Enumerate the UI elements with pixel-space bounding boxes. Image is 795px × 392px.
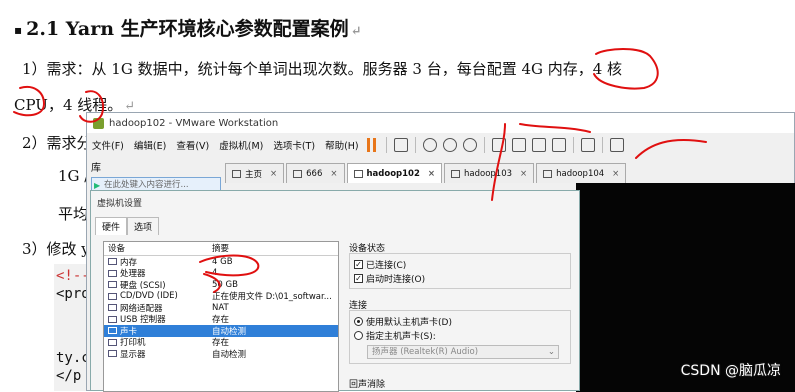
tab-hadoop102[interactable]: hadoop102 ×: [346, 163, 443, 183]
code-line: <!--: [56, 268, 90, 284]
processor-icon: [108, 269, 117, 277]
code-line: <pro: [56, 286, 90, 302]
check-icon: ✓: [354, 274, 363, 283]
tab-home[interactable]: 主页 ×: [225, 163, 285, 183]
hardware-list: 设备 摘要 内存 4 GB 处理器 4 硬盘 (SCSI) 50 GB CD/DVD …: [103, 241, 339, 392]
pause-icon[interactable]: [366, 138, 379, 152]
menu-tabs[interactable]: 选项卡(T): [268, 138, 320, 152]
check-icon: ✓: [354, 260, 363, 269]
printer-icon: [108, 338, 117, 346]
home-icon: [232, 169, 241, 178]
echo-title: 回声消除: [349, 380, 386, 390]
toolbar-separator: [385, 137, 387, 153]
network-icon: [108, 304, 117, 312]
radio-icon: [354, 331, 363, 340]
device-row-usb[interactable]: USB 控制器 存在: [104, 314, 338, 325]
vm-tabs: 主页 × 666 × hadoop102 × hadoop103 × hadoop104…: [225, 163, 627, 183]
device-row-sound[interactable]: 声卡 自动检测: [104, 325, 338, 337]
code-line: </p: [56, 368, 82, 384]
chevron-down-icon: ⌄: [547, 347, 555, 357]
tab-hardware[interactable]: 硬件: [95, 217, 128, 235]
close-icon[interactable]: ×: [270, 169, 277, 179]
revert-snapshot-icon[interactable]: [442, 138, 457, 152]
tab-666[interactable]: 666 ×: [286, 163, 345, 183]
device-row-display[interactable]: 显示器 自动检测: [104, 348, 338, 360]
menu-view[interactable]: 查看(V): [171, 138, 214, 152]
connect-on-start-checkbox[interactable]: ✓ 启动时连接(O): [354, 272, 425, 285]
monitor-icon: [108, 350, 117, 358]
default-card-radio[interactable]: 使用默认主机声卡(D): [354, 315, 452, 328]
unity-icon[interactable]: [551, 138, 566, 152]
analysis-detail: 1G /: [58, 167, 90, 185]
send-keys-icon[interactable]: [393, 138, 408, 152]
toolbar-separator: [483, 137, 485, 153]
fullscreen-icon[interactable]: [531, 138, 546, 152]
close-icon[interactable]: ×: [428, 169, 435, 179]
stretch-icon[interactable]: [609, 138, 624, 152]
dialog-title: 虚拟机设置: [97, 199, 143, 209]
disk-icon: [108, 281, 117, 289]
hardware-list-header: 设备 摘要: [104, 242, 338, 256]
library-label: 库: [91, 163, 101, 174]
device-row-memory[interactable]: 内存 4 GB: [104, 256, 338, 268]
requirement-line: 1）需求：从 1G 数据中，统计每个单词出现次数。服务器 3 台，每台配置 4G…: [22, 60, 623, 78]
console-icon[interactable]: [580, 138, 595, 152]
vm-icon: [543, 169, 553, 178]
memory-icon: [108, 258, 117, 266]
watermark: CSDN @脑瓜凉: [680, 363, 781, 379]
device-row-cdrom[interactable]: CD/DVD (IDE) 正在使用文件 D:\01_softwar...: [104, 291, 338, 302]
modify-line: 3）修改 y: [22, 240, 90, 258]
toolbar-separator: [414, 137, 416, 153]
radio-icon: [354, 317, 363, 326]
speaker-icon: [108, 327, 117, 335]
analysis-average: 平均: [58, 205, 89, 223]
column-summary: 摘要: [212, 244, 230, 254]
section-heading: ▪ 2.1 Yarn 生产环境核心参数配置案例 ↵: [14, 18, 362, 40]
vm-settings-dialog: 虚拟机设置 硬件 选项 设备 摘要 内存 4 GB 处理器 4 硬盘 (SCSI) 5…: [90, 190, 580, 392]
usb-icon: [108, 315, 117, 323]
menu-edit[interactable]: 编辑(E): [129, 138, 171, 152]
vm-icon: [353, 169, 363, 178]
tab-hadoop104[interactable]: hadoop104 ×: [536, 163, 627, 183]
cd-icon: [108, 292, 117, 300]
sound-card-select[interactable]: 扬声器 (Realtek(R) Audio) ⌄: [367, 345, 559, 359]
analysis-line: 2）需求分: [22, 134, 92, 152]
close-icon[interactable]: ×: [330, 169, 337, 179]
menu-help[interactable]: 帮助(H): [320, 138, 364, 152]
connected-checkbox[interactable]: ✓ 已连接(C): [354, 258, 406, 271]
vmware-logo-icon: [93, 117, 104, 129]
tab-options[interactable]: 选项: [127, 217, 160, 235]
vm-icon: [451, 169, 461, 178]
menu-bar: 文件(F) 编辑(E) 查看(V) 虚拟机(M) 选项卡(T) 帮助(H): [87, 133, 794, 157]
device-row-network[interactable]: 网络适配器 NAT: [104, 302, 338, 314]
toolbar-separator: [601, 137, 603, 153]
snapshot-icon[interactable]: [422, 138, 437, 152]
code-line: ty.c: [56, 350, 90, 366]
menu-file[interactable]: 文件(F): [87, 138, 129, 152]
specify-card-radio[interactable]: 指定主机声卡(S):: [354, 329, 436, 342]
vmware-titlebar: hadoop102 - VMware Workstation: [87, 113, 794, 133]
thumbnail-view-icon[interactable]: [511, 138, 526, 152]
close-icon[interactable]: ×: [612, 169, 619, 179]
library-view-icon[interactable]: [491, 138, 506, 152]
vm-icon: [293, 169, 303, 178]
snapshot-manager-icon[interactable]: [462, 138, 477, 152]
window-title: hadoop102 - VMware Workstation: [109, 117, 279, 129]
device-row-printer[interactable]: 打印机 存在: [104, 337, 338, 348]
close-icon[interactable]: ×: [520, 169, 527, 179]
menu-vm[interactable]: 虚拟机(M): [214, 138, 268, 152]
column-device: 设备: [108, 244, 126, 254]
tab-hadoop103[interactable]: hadoop103 ×: [444, 163, 535, 183]
toolbar-separator: [572, 137, 574, 153]
library-search-input[interactable]: ▶ 在此处键入内容进行...: [91, 177, 221, 191]
dialog-tabs: 硬件 选项: [95, 217, 160, 235]
device-row-hdd[interactable]: 硬盘 (SCSI) 50 GB: [104, 279, 338, 291]
device-row-processor[interactable]: 处理器 4: [104, 268, 338, 279]
